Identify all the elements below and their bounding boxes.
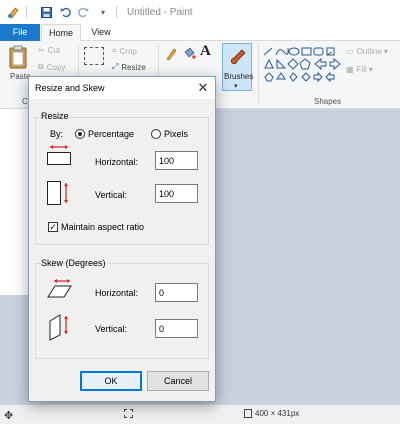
fill-label: Fill — [356, 65, 367, 74]
customize-toolbar-icon[interactable]: ▾ — [96, 5, 110, 19]
close-icon[interactable]: ✕ — [191, 77, 215, 99]
fill-bucket-icon[interactable] — [182, 47, 196, 61]
move-cursor-icon: ✥ — [4, 410, 14, 422]
percentage-label[interactable]: Percentage — [88, 129, 134, 139]
skew-horizontal-icon — [47, 279, 72, 298]
resize-skew-dialog: Resize and Skew ✕ Resize By: Percentage … — [28, 76, 216, 402]
status-bar: ✥ 400 × 431px — [0, 404, 400, 424]
undo-icon[interactable] — [59, 5, 73, 19]
resize-horizontal-label: Horizontal: — [95, 157, 139, 167]
fill-button[interactable]: ▦ Fill ▾ — [346, 65, 373, 74]
copy-label: Copy — [46, 62, 66, 72]
cut-button[interactable]: ✂ Cut — [38, 46, 60, 55]
shapes-gallery[interactable] — [262, 46, 344, 92]
ok-button[interactable]: OK — [80, 371, 142, 391]
cursor-position: ✥ — [4, 409, 13, 422]
dialog-title-bar: Resize and Skew ✕ — [29, 77, 215, 99]
skew-horizontal-input[interactable] — [155, 283, 198, 302]
ribbon-tabs: File Home View — [0, 24, 400, 42]
skew-vertical-icon — [49, 314, 68, 341]
pencil-icon[interactable] — [165, 47, 177, 61]
tab-home[interactable]: Home — [41, 24, 81, 42]
brushes-button[interactable]: Brushes ▾ — [222, 43, 254, 91]
crop-icon: ⌗ — [112, 46, 117, 55]
text-tool-icon[interactable]: A — [200, 43, 211, 60]
selection-icon — [124, 409, 133, 418]
skew-legend: Skew (Degrees) — [41, 258, 106, 268]
outline-button[interactable]: ▭ Outline ▾ — [346, 47, 388, 56]
shapes-group-label: Shapes — [314, 97, 342, 106]
redo-icon[interactable] — [76, 5, 90, 19]
dialog-title: Resize and Skew — [35, 83, 105, 93]
canvas-size-text: 400 × 431px — [255, 409, 300, 418]
save-icon[interactable] — [39, 5, 53, 19]
select-icon[interactable] — [84, 47, 104, 65]
maintain-aspect-label[interactable]: Maintain aspect ratio — [61, 222, 144, 232]
by-label: By: — [50, 129, 64, 139]
copy-icon: ⧉ — [38, 62, 44, 71]
resize-horizontal-input[interactable] — [155, 151, 198, 170]
outline-icon: ▭ — [346, 47, 354, 56]
pixels-radio[interactable] — [151, 129, 161, 139]
percentage-radio[interactable] — [75, 129, 85, 139]
brushes-label: Brushes — [224, 72, 254, 81]
maintain-aspect-checkbox[interactable]: ✓ — [48, 222, 58, 232]
chevron-down-icon: ▾ — [234, 83, 238, 90]
crop-button[interactable]: ⌗ Crop — [112, 46, 137, 56]
resize-legend: Resize — [41, 111, 69, 121]
canvas-size: 400 × 431px — [244, 409, 299, 418]
separator — [116, 6, 117, 18]
resize-vertical-label: Vertical: — [95, 190, 128, 200]
drawing-canvas[interactable] — [0, 109, 30, 295]
paste-icon[interactable] — [8, 45, 28, 69]
resize-icon: ⤢ — [112, 62, 119, 71]
resize-horizontal-icon — [47, 145, 71, 165]
title-bar: ▾ Untitled - Paint — [0, 0, 400, 24]
fill-icon: ▦ — [346, 65, 354, 74]
skew-horizontal-label: Horizontal: — [95, 288, 139, 298]
outline-label: Outline — [356, 47, 382, 56]
copy-button[interactable]: ⧉ Copy — [38, 62, 65, 72]
paint-app-icon — [6, 5, 20, 19]
pixels-label[interactable]: Pixels — [164, 129, 188, 139]
skew-vertical-label: Vertical: — [95, 324, 128, 334]
skew-vertical-input[interactable] — [155, 319, 198, 338]
resize-vertical-icon — [47, 181, 68, 205]
scissors-icon: ✂ — [38, 46, 45, 55]
window-title: Untitled - Paint — [127, 6, 193, 18]
selection-size — [124, 409, 133, 418]
divider — [258, 45, 259, 103]
resize-button[interactable]: ⤢ Resize — [112, 62, 146, 72]
canvas-size-icon — [244, 409, 252, 418]
cancel-button[interactable]: Cancel — [147, 371, 209, 391]
tab-file[interactable]: File — [0, 24, 40, 41]
cut-label: Cut — [47, 46, 61, 55]
separator — [26, 6, 27, 18]
resize-vertical-input[interactable] — [155, 184, 198, 203]
chevron-down-icon: ▾ — [383, 47, 388, 56]
brush-icon — [230, 49, 246, 65]
tab-view[interactable]: View — [84, 24, 118, 41]
resize-label: Resize — [121, 62, 146, 72]
crop-label: Crop — [119, 46, 137, 56]
quick-access-toolbar: ▾ Untitled - Paint — [0, 0, 193, 24]
chevron-down-icon: ▾ — [368, 65, 373, 74]
